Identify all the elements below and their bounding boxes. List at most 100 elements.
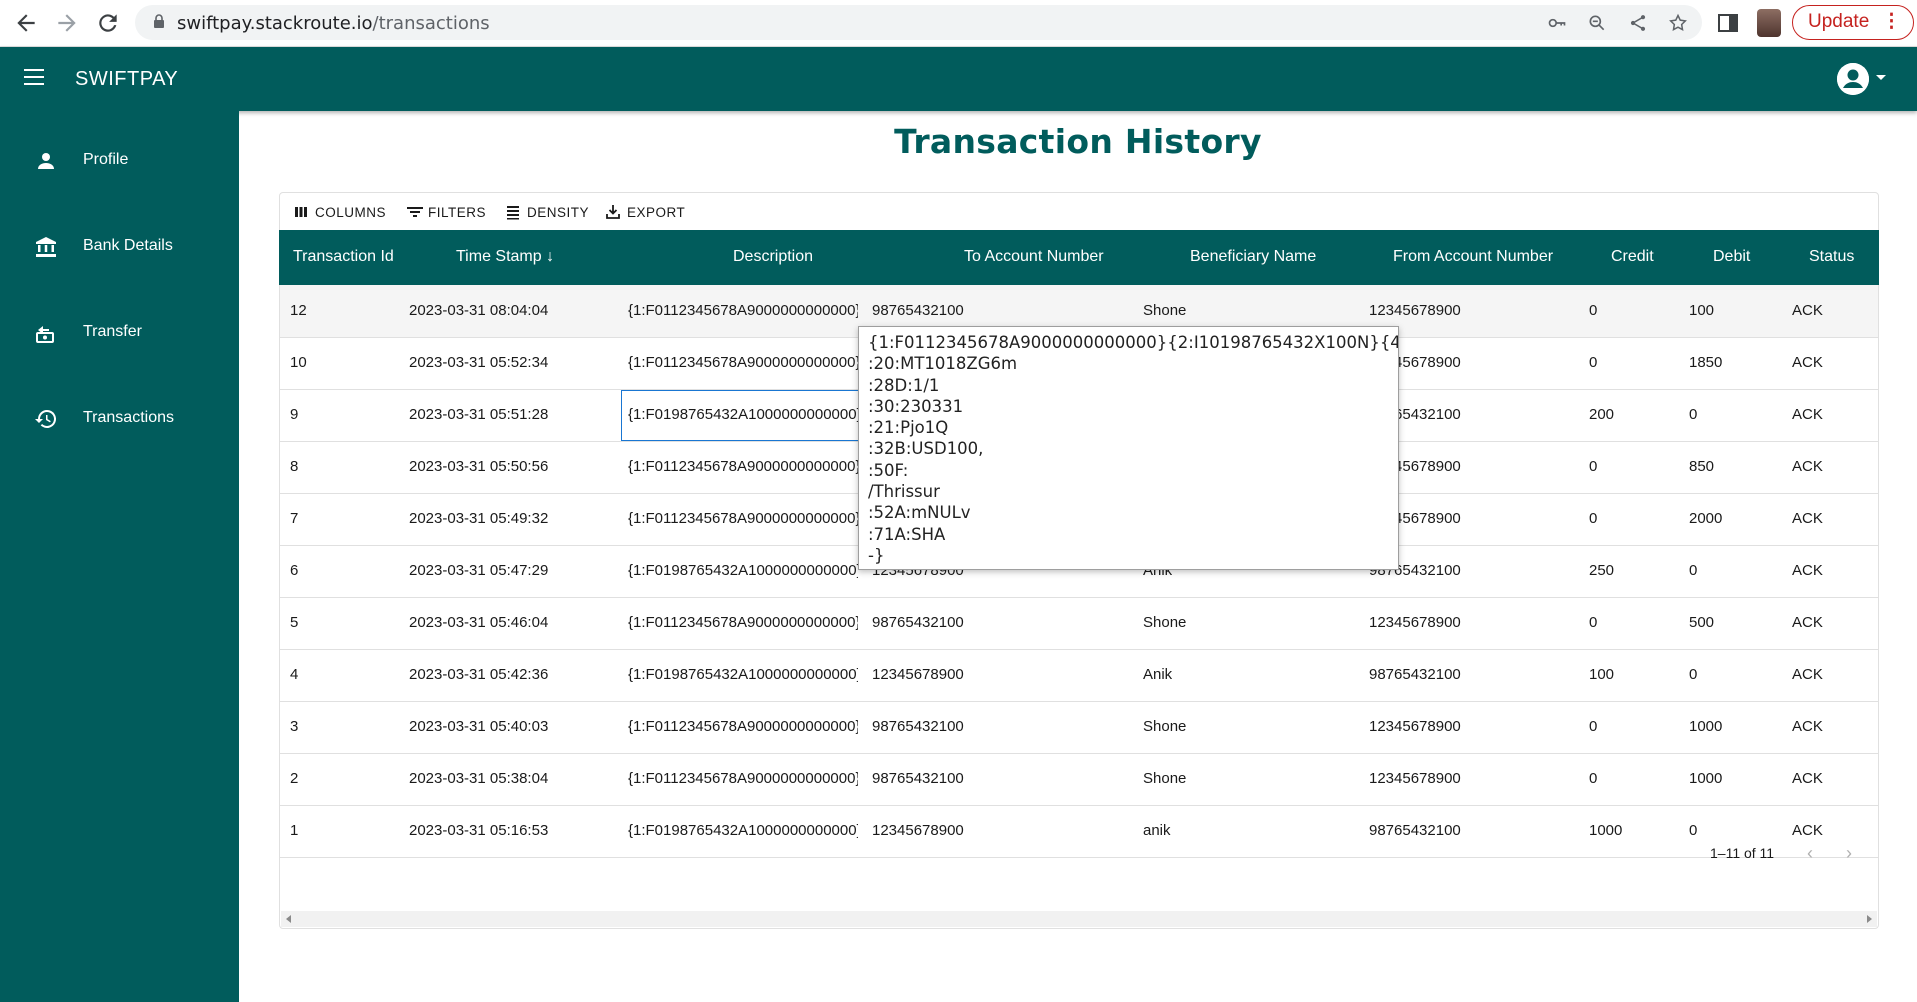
table-cell[interactable]: 2023-03-31 05:42:36 bbox=[409, 666, 548, 683]
horizontal-scrollbar[interactable] bbox=[281, 911, 1877, 927]
back-icon[interactable] bbox=[13, 10, 39, 36]
chevron-right-icon[interactable]: › bbox=[1846, 843, 1852, 864]
table-cell[interactable]: 2023-03-31 05:52:34 bbox=[409, 354, 548, 371]
table-cell[interactable]: {1:F0112345678A9000000000000}{2:… bbox=[628, 354, 858, 371]
table-cell[interactable]: {1:F0198765432A1000000000000}{2:… bbox=[628, 562, 858, 579]
table-cell[interactable]: 0 bbox=[1589, 302, 1597, 319]
reload-icon[interactable] bbox=[95, 10, 121, 36]
sidebar-item-profile[interactable]: Profile bbox=[0, 131, 239, 191]
table-row[interactable]: 2 2023-03-31 05:38:04 {1:F0112345678A90000… bbox=[280, 753, 1878, 806]
table-cell[interactable]: 0 bbox=[1589, 510, 1597, 527]
table-cell[interactable]: ACK bbox=[1792, 666, 1823, 683]
table-cell[interactable]: 2 bbox=[290, 770, 298, 787]
table-cell[interactable]: 250 bbox=[1589, 562, 1614, 579]
table-cell[interactable]: {1:F0112345678A9000000000000}{2:… bbox=[628, 614, 858, 631]
profile-avatar[interactable] bbox=[1757, 9, 1781, 37]
table-cell[interactable]: 100 bbox=[1589, 666, 1614, 683]
table-cell[interactable]: 0 bbox=[1589, 614, 1597, 631]
table-cell[interactable]: 2023-03-31 08:04:04 bbox=[409, 302, 548, 319]
table-cell[interactable]: 12345678900 bbox=[1369, 302, 1461, 319]
table-cell[interactable]: {1:F0112345678A9000000000000}{2:… bbox=[628, 770, 858, 787]
table-row[interactable]: 5 2023-03-31 05:46:04 {1:F0112345678A90000… bbox=[280, 597, 1878, 650]
chevron-left-icon[interactable]: ‹ bbox=[1807, 843, 1813, 864]
table-cell[interactable]: 1000 bbox=[1689, 718, 1722, 735]
table-cell[interactable]: {1:F0112345678A9000000000000}{2:… bbox=[628, 718, 858, 735]
table-cell[interactable]: ACK bbox=[1792, 718, 1823, 735]
table-cell[interactable]: ACK bbox=[1792, 406, 1823, 423]
table-cell[interactable]: ACK bbox=[1792, 354, 1823, 371]
table-cell[interactable]: 12345678900 bbox=[872, 666, 964, 683]
columns-button[interactable]: COLUMNS bbox=[295, 205, 386, 220]
table-cell[interactable]: 2023-03-31 05:38:04 bbox=[409, 770, 548, 787]
sidebar-item-bank-details[interactable]: Bank Details bbox=[0, 217, 239, 277]
table-cell[interactable]: ACK bbox=[1792, 614, 1823, 631]
table-cell[interactable]: 12345678900 bbox=[1369, 614, 1461, 631]
side-panel-icon[interactable] bbox=[1716, 11, 1740, 35]
table-cell[interactable]: 7 bbox=[290, 510, 298, 527]
bookmark-star-icon[interactable] bbox=[1668, 13, 1688, 33]
table-cell[interactable]: 2023-03-31 05:40:03 bbox=[409, 718, 548, 735]
share-icon[interactable] bbox=[1628, 13, 1648, 33]
table-cell[interactable]: 10 bbox=[290, 354, 307, 371]
table-cell[interactable]: Shone bbox=[1143, 302, 1186, 319]
table-cell[interactable]: 1850 bbox=[1689, 354, 1722, 371]
table-cell[interactable]: 100 bbox=[1689, 302, 1714, 319]
table-cell[interactable]: Shone bbox=[1143, 614, 1186, 631]
header-to-account[interactable]: To Account Number bbox=[964, 248, 1104, 266]
account-icon[interactable] bbox=[1837, 63, 1869, 95]
sidebar-item-transfer[interactable]: Transfer bbox=[0, 303, 239, 363]
header-from-account[interactable]: From Account Number bbox=[1393, 248, 1553, 266]
header-transaction-id[interactable]: Transaction Id bbox=[293, 248, 394, 266]
table-cell[interactable]: 0 bbox=[1589, 718, 1597, 735]
sidebar-item-transactions[interactable]: Transactions bbox=[0, 389, 239, 449]
table-cell[interactable]: 2023-03-31 05:50:56 bbox=[409, 458, 548, 475]
header-description[interactable]: Description bbox=[733, 248, 813, 266]
table-cell[interactable]: 2023-03-31 05:47:29 bbox=[409, 562, 548, 579]
table-cell[interactable]: {1:F0198765432A1000000000000}{2:… bbox=[628, 666, 858, 683]
table-cell[interactable]: ACK bbox=[1792, 562, 1823, 579]
table-cell[interactable]: {1:F0112345678A9000000000000}{2:… bbox=[628, 302, 858, 319]
header-time-stamp[interactable]: Time Stamp ↓ bbox=[456, 248, 554, 266]
table-cell[interactable]: 98765432100 bbox=[872, 614, 964, 631]
export-button[interactable]: EXPORT bbox=[606, 205, 685, 220]
table-row[interactable]: 4 2023-03-31 05:42:36 {1:F0198765432A10000… bbox=[280, 649, 1878, 702]
key-icon[interactable] bbox=[1547, 13, 1567, 33]
table-cell[interactable]: 2023-03-31 05:51:28 bbox=[409, 406, 548, 423]
table-cell[interactable]: {1:F0112345678A9000000000000}{2:… bbox=[628, 458, 858, 475]
table-cell[interactable]: 9 bbox=[290, 406, 298, 423]
table-cell[interactable]: 0 bbox=[1689, 562, 1697, 579]
table-cell[interactable]: 0 bbox=[1689, 406, 1697, 423]
table-cell[interactable]: ACK bbox=[1792, 770, 1823, 787]
table-cell[interactable]: ACK bbox=[1792, 458, 1823, 475]
table-cell[interactable]: 98765432100 bbox=[1369, 666, 1461, 683]
filters-button[interactable]: FILTERS bbox=[407, 205, 486, 220]
table-cell[interactable]: 500 bbox=[1689, 614, 1714, 631]
table-cell[interactable]: {1:F0112345678A9000000000000}{2:… bbox=[628, 510, 858, 527]
table-cell[interactable]: 2023-03-31 05:49:32 bbox=[409, 510, 548, 527]
header-beneficiary[interactable]: Beneficiary Name bbox=[1190, 248, 1316, 266]
table-cell[interactable]: 2023-03-31 05:46:04 bbox=[409, 614, 548, 631]
zoom-icon[interactable] bbox=[1587, 13, 1607, 33]
table-cell[interactable]: 2000 bbox=[1689, 510, 1722, 527]
menu-icon[interactable] bbox=[24, 69, 44, 85]
table-cell[interactable]: 8 bbox=[290, 458, 298, 475]
table-cell[interactable]: ACK bbox=[1792, 510, 1823, 527]
table-cell[interactable]: 4 bbox=[290, 666, 298, 683]
table-cell[interactable]: 850 bbox=[1689, 458, 1714, 475]
table-cell[interactable]: 0 bbox=[1589, 458, 1597, 475]
table-cell[interactable]: 200 bbox=[1589, 406, 1614, 423]
table-cell[interactable]: 0 bbox=[1689, 666, 1697, 683]
header-debit[interactable]: Debit bbox=[1713, 248, 1750, 266]
address-bar[interactable]: swiftpay.stackroute.io/transactions bbox=[135, 5, 1702, 40]
table-cell[interactable]: 98765432100 bbox=[872, 770, 964, 787]
table-cell[interactable]: 5 bbox=[290, 614, 298, 631]
table-cell[interactable]: 0 bbox=[1589, 770, 1597, 787]
table-cell[interactable]: 6 bbox=[290, 562, 298, 579]
table-cell[interactable]: 12345678900 bbox=[1369, 770, 1461, 787]
density-button[interactable]: DENSITY bbox=[507, 205, 589, 220]
table-cell[interactable]: 98765432100 bbox=[872, 718, 964, 735]
table-cell[interactable]: 98765432100 bbox=[872, 302, 964, 319]
table-cell[interactable]: 0 bbox=[1589, 354, 1597, 371]
table-row[interactable]: 3 2023-03-31 05:40:03 {1:F0112345678A90000… bbox=[280, 701, 1878, 754]
table-cell[interactable]: 12345678900 bbox=[1369, 718, 1461, 735]
